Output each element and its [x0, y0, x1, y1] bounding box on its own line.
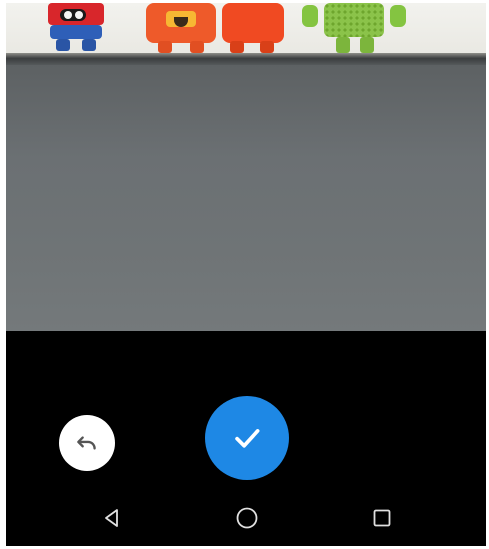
nav-home-button[interactable]	[232, 503, 262, 533]
toy-figurine-red	[218, 3, 288, 55]
phone-screen	[6, 3, 486, 546]
checkmark-icon	[230, 421, 264, 455]
navigation-bar	[6, 491, 486, 546]
toy-figurine-red-blue	[42, 3, 112, 53]
home-circle-icon	[235, 506, 259, 530]
wall-background	[6, 65, 486, 331]
confirm-button[interactable]	[205, 396, 289, 480]
back-triangle-icon	[101, 507, 123, 529]
shelf-background	[6, 3, 486, 57]
camera-preview	[6, 3, 486, 331]
toy-figurine-orange	[146, 3, 226, 55]
retake-button[interactable]	[59, 415, 115, 471]
nav-recents-button[interactable]	[367, 503, 397, 533]
toy-figurine-green	[302, 3, 412, 55]
shelf-edge	[6, 53, 486, 65]
undo-icon	[74, 430, 100, 456]
recents-square-icon	[371, 507, 393, 529]
nav-back-button[interactable]	[97, 503, 127, 533]
capture-controls	[6, 331, 486, 546]
